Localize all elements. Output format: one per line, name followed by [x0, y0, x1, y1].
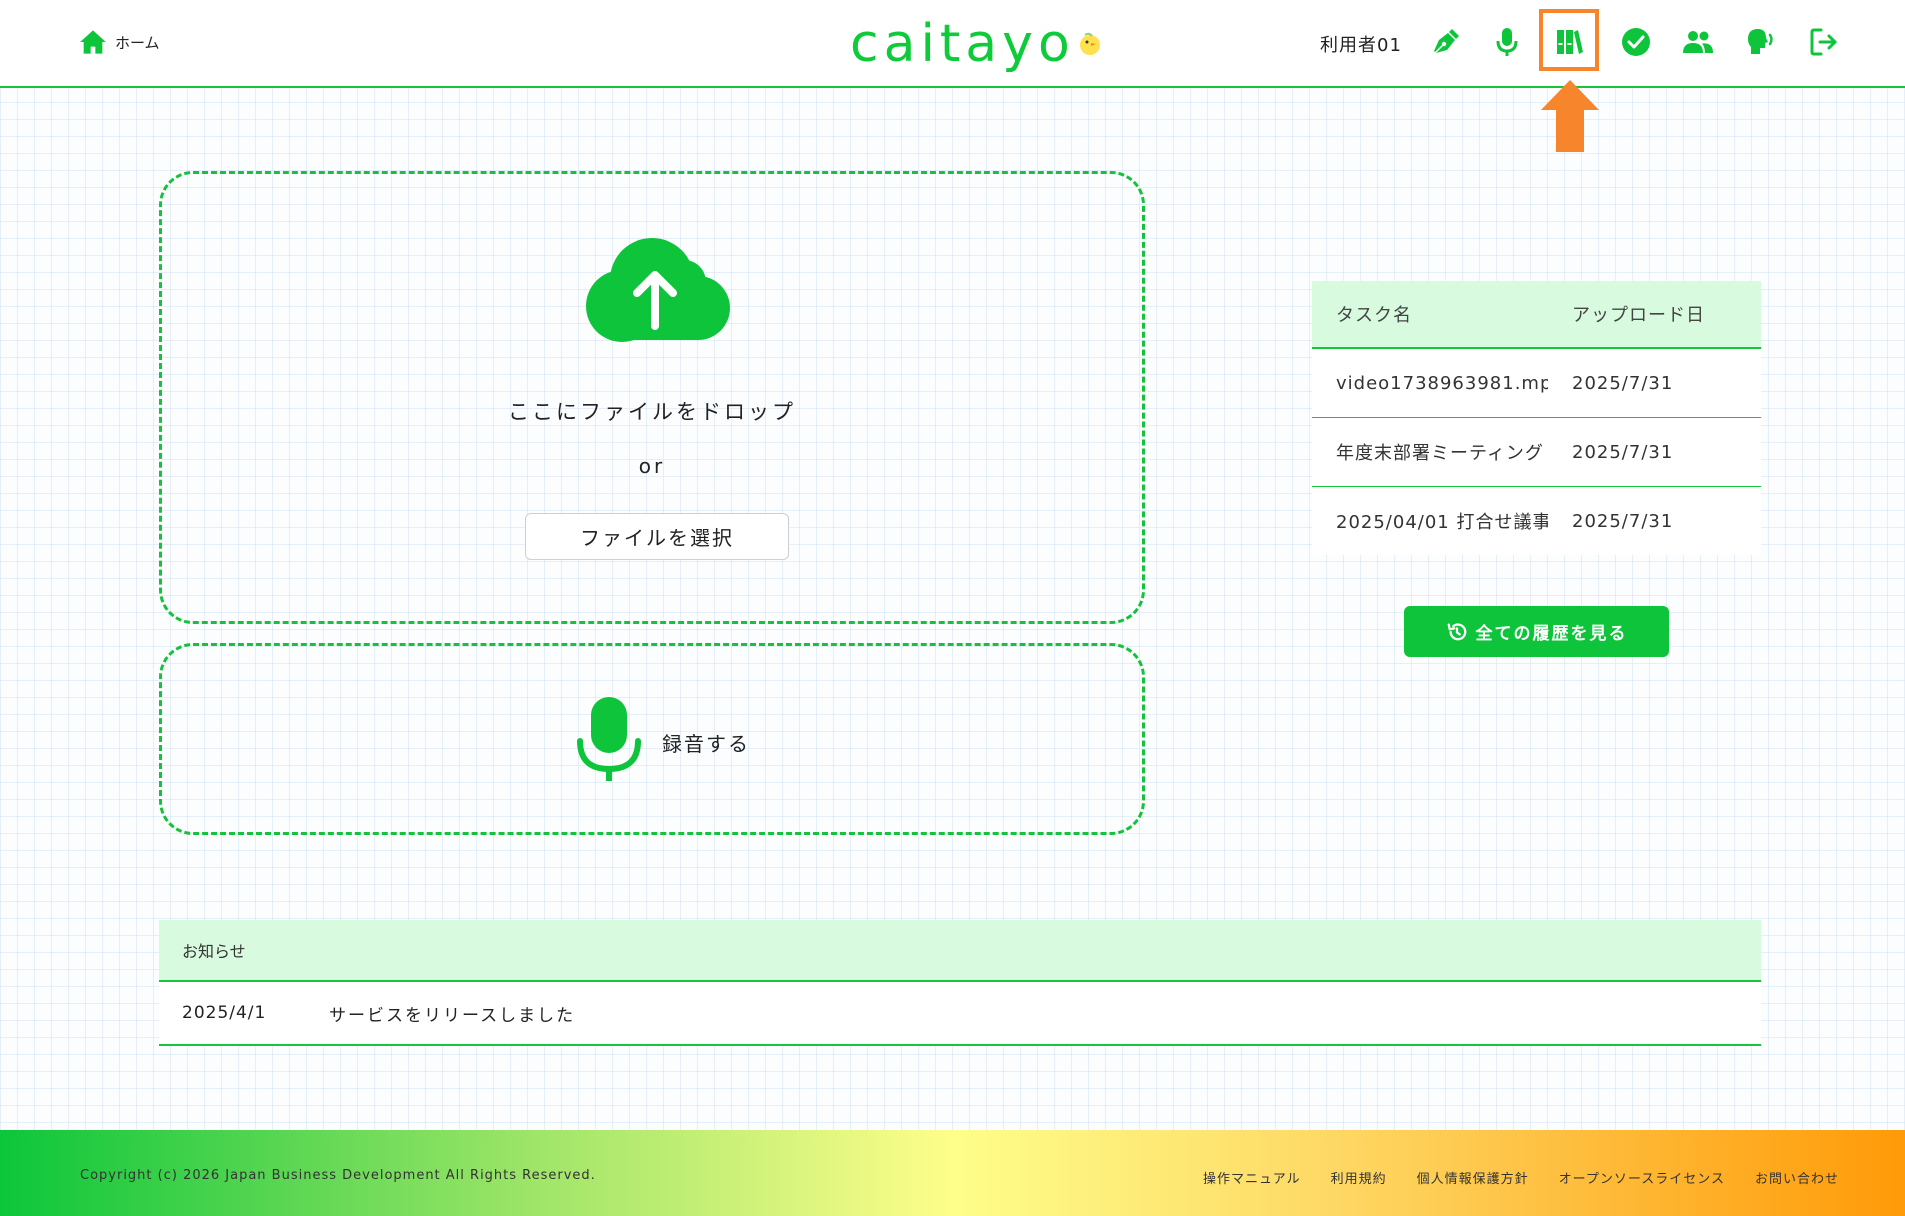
cloud-upload-icon: [586, 238, 730, 342]
nav-speaker-button[interactable]: [1739, 21, 1781, 63]
upload-date-cell: 2025/7/31: [1572, 372, 1674, 394]
footer-link-oss-license[interactable]: オープンソースライセンス: [1559, 1168, 1725, 1187]
microphone-icon: [1496, 28, 1518, 56]
column-header-task-name: タスク名: [1336, 305, 1412, 326]
news-text: サービスをリリースしました: [329, 1005, 576, 1026]
news-item: 2025/4/1 サービスをリリースしました: [159, 982, 1761, 1046]
logout-icon: [1810, 28, 1837, 56]
footer-link-terms[interactable]: 利用規約: [1331, 1168, 1387, 1187]
nav-transcribe-button[interactable]: [1425, 21, 1467, 63]
nav-users-button[interactable]: [1677, 21, 1719, 63]
check-circle-icon: [1622, 28, 1650, 56]
footer-link-manual[interactable]: 操作マニュアル: [1203, 1168, 1301, 1187]
footer-links: 操作マニュアル 利用規約 個人情報保護方針 オープンソースライセンス お問い合わ…: [1203, 1168, 1839, 1187]
arrow-up-icon: [1541, 80, 1599, 152]
upload-date-cell: 2025/7/31: [1572, 510, 1674, 532]
nav-record-button[interactable]: [1486, 21, 1528, 63]
users-icon: [1683, 31, 1713, 53]
nav-tasks-button[interactable]: [1615, 21, 1657, 63]
file-drop-zone[interactable]: ここにファイルをドロップ or ファイルを選択: [159, 171, 1145, 624]
speaking-head-icon: [1748, 29, 1773, 54]
record-zone[interactable]: 録音する: [159, 643, 1145, 835]
logo-text: caitayo: [850, 14, 1075, 74]
nav-logout-button[interactable]: [1803, 21, 1845, 63]
news-section: お知らせ 2025/4/1 サービスをリリースしました: [159, 920, 1761, 1046]
task-name-cell: 年度末部署ミーティング: [1336, 443, 1544, 464]
table-header: タスク名 アップロード日: [1312, 281, 1761, 349]
view-all-history-label: 全ての履歴を見る: [1475, 624, 1628, 644]
record-label: 録音する: [662, 732, 750, 756]
home-link[interactable]: ホーム: [79, 29, 160, 55]
upload-date-cell: 2025/7/31: [1572, 441, 1674, 463]
pen-icon: [1434, 29, 1459, 54]
select-file-button[interactable]: ファイルを選択: [525, 513, 789, 560]
history-icon: [1447, 622, 1466, 640]
home-label: ホーム: [115, 33, 160, 52]
highlight-box: [1539, 9, 1599, 71]
table-row[interactable]: 2025/04/01 打合せ議事録 2025/7/31: [1312, 487, 1761, 555]
footer-link-contact[interactable]: お問い合わせ: [1755, 1168, 1839, 1187]
table-row[interactable]: video1738963981.mp4 2025/7/31: [1312, 349, 1761, 418]
logo-chick-icon: [1079, 32, 1100, 55]
user-name: 利用者01: [1320, 35, 1402, 56]
column-header-upload-date: アップロード日: [1572, 305, 1705, 326]
view-all-history-button[interactable]: 全ての履歴を見る: [1404, 606, 1669, 657]
history-table: タスク名 アップロード日 video1738963981.mp4 2025/7/…: [1312, 281, 1761, 555]
table-row[interactable]: 年度末部署ミーティング 2025/7/31: [1312, 418, 1761, 487]
task-name-cell: 2025/04/01 打合せ議事録: [1336, 512, 1548, 533]
microphone-icon: [577, 697, 641, 781]
copyright: Copyright (c) 2026 Japan Business Develo…: [80, 1168, 596, 1183]
or-separator: or: [638, 454, 666, 478]
caitayo-logo[interactable]: caitayo: [850, 16, 1103, 72]
header: ホーム caitayo 利用者01: [0, 0, 1905, 88]
home-icon: [80, 30, 106, 54]
footer: Copyright (c) 2026 Japan Business Develo…: [0, 1130, 1905, 1216]
news-date: 2025/4/1: [182, 1003, 267, 1023]
footer-link-privacy[interactable]: 個人情報保護方針: [1417, 1168, 1529, 1187]
task-name-cell: video1738963981.mp4: [1336, 372, 1548, 394]
news-title: お知らせ: [159, 920, 1761, 982]
drop-instruction: ここにファイルをドロップ: [508, 400, 796, 424]
